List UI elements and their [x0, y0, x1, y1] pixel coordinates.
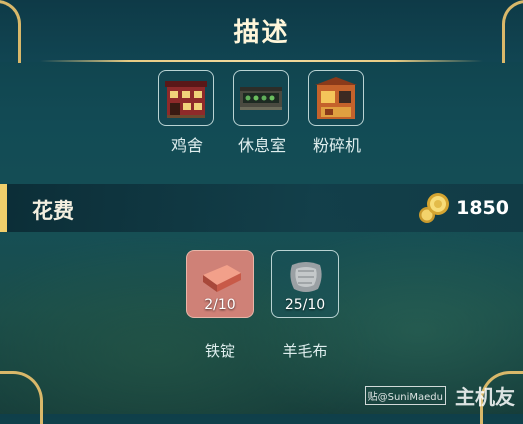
building-label: 粉碎机	[312, 136, 361, 155]
material-count: 2/10	[204, 297, 236, 313]
building-label: 鸡舍	[170, 136, 203, 155]
wool-cloth-icon	[284, 257, 328, 301]
material-item-iron-ingot[interactable]: 2/10 铁锭	[186, 250, 254, 361]
building-item-crusher[interactable]: 粉碎机	[308, 70, 366, 156]
material-count: 25/10	[284, 297, 326, 313]
header-divider	[40, 60, 483, 62]
cost-row: 花费 1850	[0, 184, 523, 232]
watermark-brand: 主机友	[455, 384, 515, 409]
cost-amount: 1850	[456, 197, 509, 219]
crusher-icon	[308, 70, 364, 126]
building-item-chicken-coop[interactable]: 鸡舍	[158, 70, 216, 156]
cost-accent-bar	[0, 184, 7, 232]
material-item-wool-cloth[interactable]: 25/10 羊毛布	[271, 250, 339, 361]
header: 描述	[0, 0, 523, 64]
frame-corner-bottom-left	[0, 371, 43, 424]
watermark-site: 贴@SuniMaedu	[364, 385, 446, 405]
material-list: 2/10 铁锭 25/10 羊毛布	[0, 250, 523, 370]
building-list: 鸡舍 休息室 粉碎机	[0, 70, 523, 160]
cost-label: 花费	[32, 199, 74, 223]
iron-ingot-icon	[197, 261, 245, 299]
material-slot: 25/10	[271, 250, 339, 318]
gold-coin-icon	[414, 189, 454, 227]
building-item-lounge[interactable]: 休息室	[233, 70, 291, 156]
watermark: 贴@SuniMaedu 主机友	[364, 382, 515, 409]
material-slot: 2/10	[186, 250, 254, 318]
material-label: 羊毛布	[282, 342, 328, 360]
page-title: 描述	[233, 18, 290, 48]
material-label: 铁锭	[204, 342, 235, 360]
building-label: 休息室	[237, 136, 286, 155]
chicken-coop-icon	[158, 70, 214, 126]
lounge-icon	[233, 70, 289, 126]
